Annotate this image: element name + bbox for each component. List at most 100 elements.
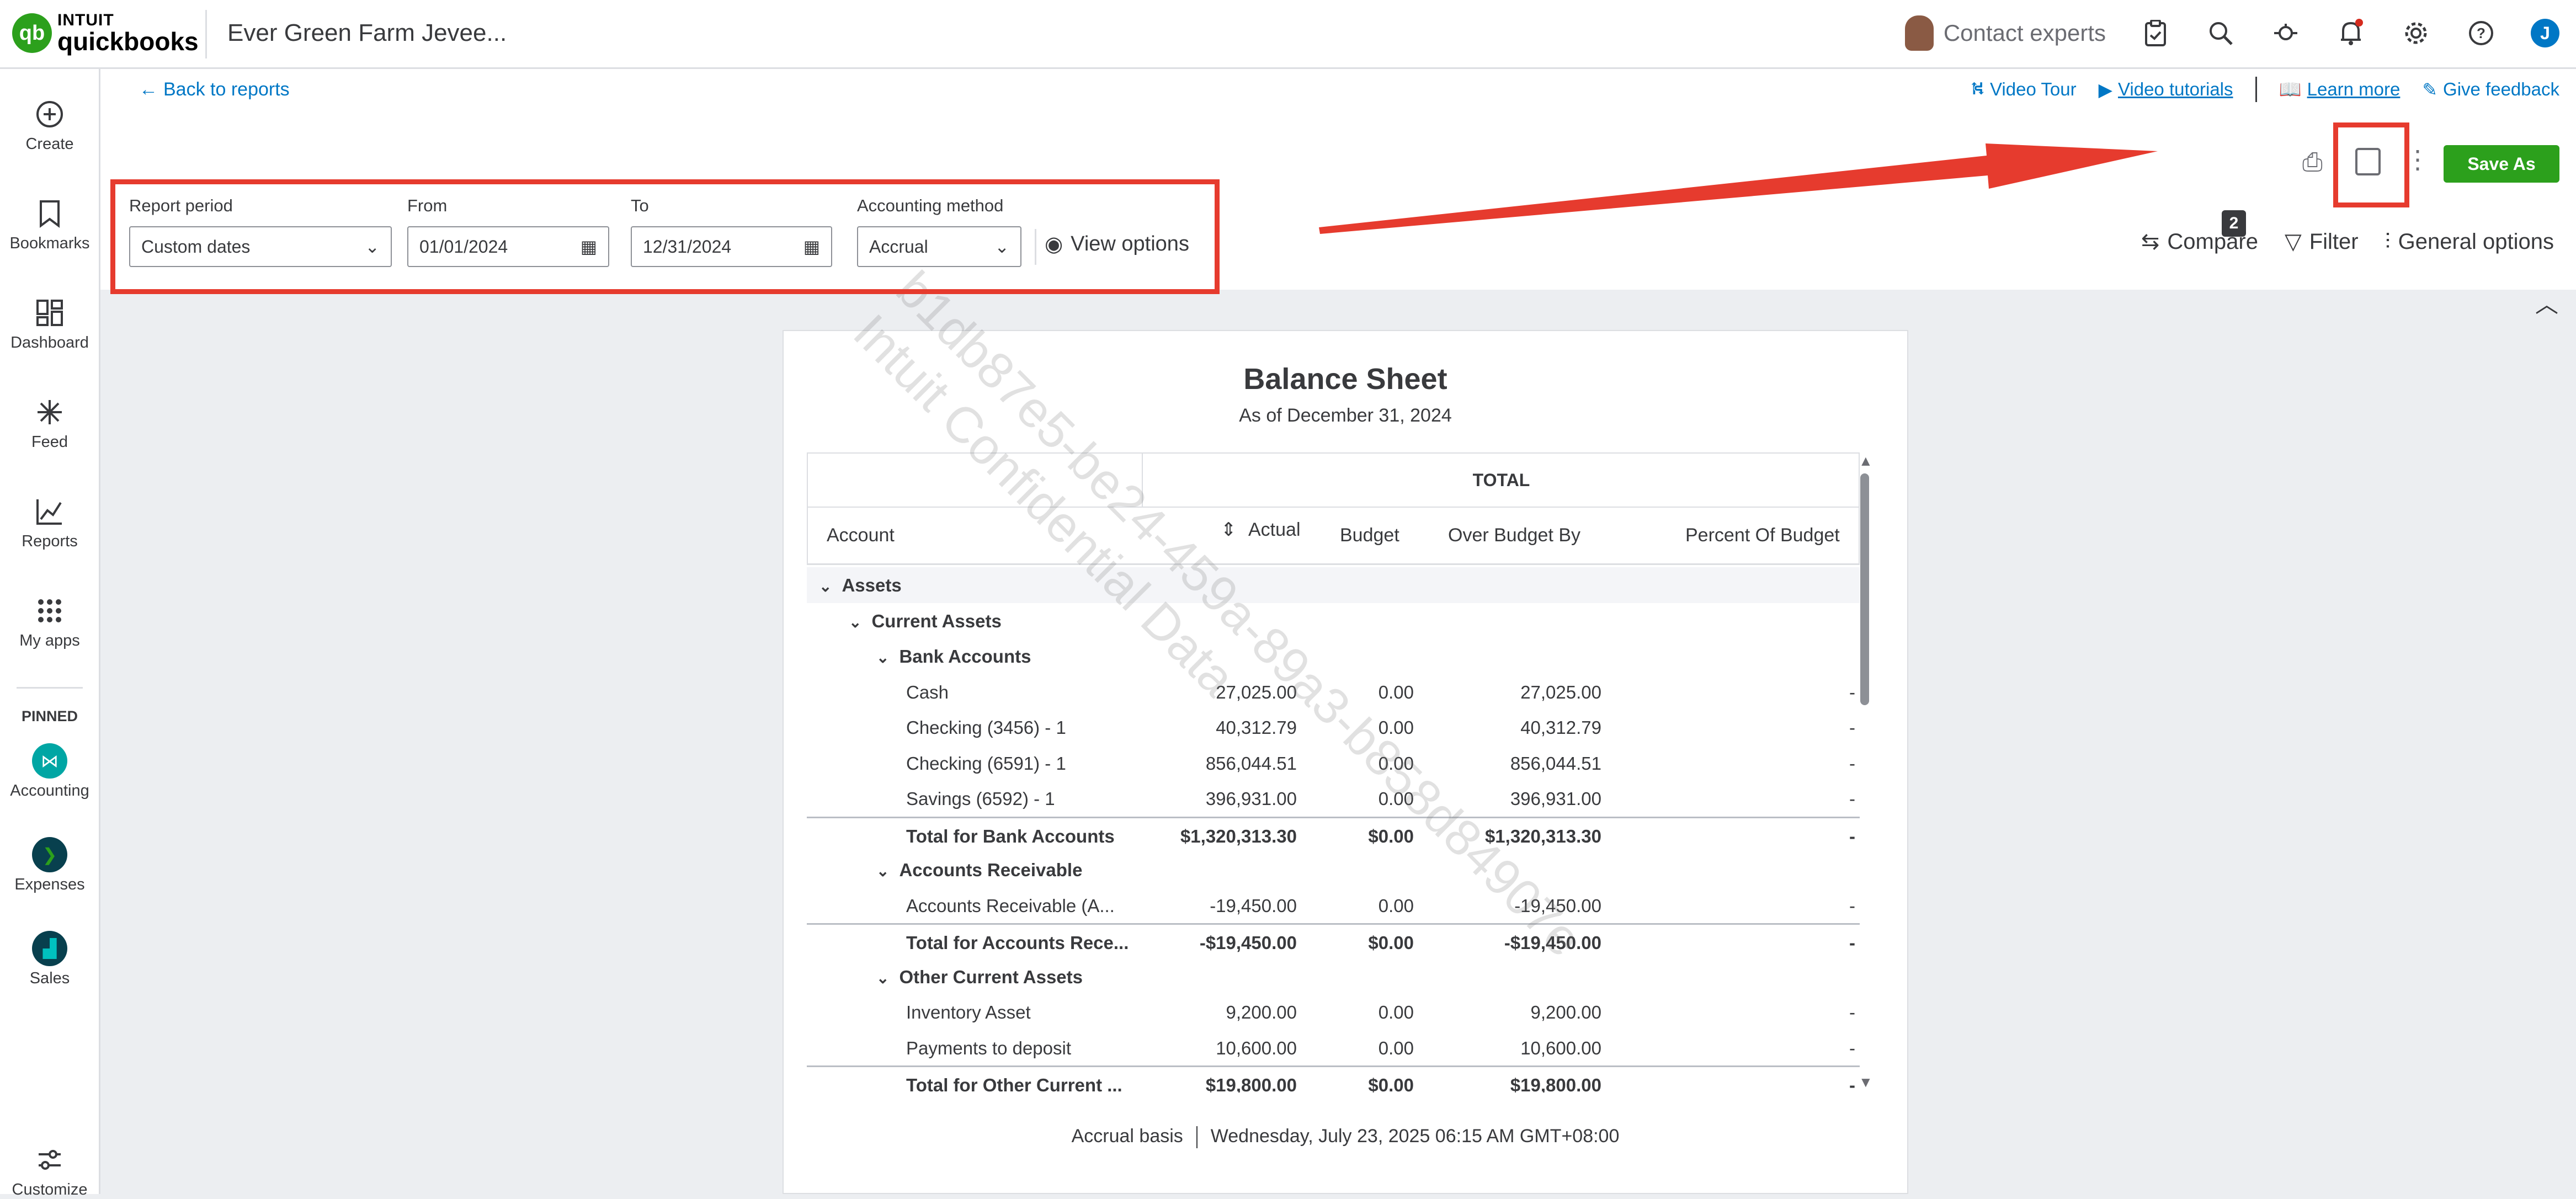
actual-cell[interactable]: 27,025.00	[1216, 674, 1297, 710]
compare-icon: ⇆	[2141, 230, 2160, 254]
table-group-header: TOTAL	[807, 452, 1860, 508]
sidebar-item-reports[interactable]: Reports	[0, 494, 99, 551]
budget-cell: 0.00	[1378, 717, 1414, 738]
over-cell: $1,320,313.30	[1484, 825, 1601, 846]
pct-cell: -	[1849, 1002, 1855, 1022]
actual-cell[interactable]: 396,931.00	[1206, 781, 1297, 817]
table-scrollbar[interactable]: ▲ ▼	[1856, 452, 1873, 1093]
column-header-over-budget[interactable]: Over Budget By	[1448, 508, 1580, 563]
budget-cell: 0.00	[1378, 1002, 1414, 1022]
video-tutorials-link[interactable]: ▶ Video tutorials	[2099, 79, 2233, 100]
over-cell: 10,600.00	[1520, 1037, 1601, 1058]
quickbooks-logo[interactable]: qb INTUIT quickbooks	[12, 12, 199, 54]
sidebar-item-expenses[interactable]: ❯ Expenses	[0, 837, 99, 894]
scroll-thumb[interactable]	[1860, 473, 1869, 705]
sort-icon[interactable]: ⇕	[1221, 508, 1237, 552]
over-cell: $19,800.00	[1510, 1075, 1601, 1093]
account-name: Total for Bank Accounts	[906, 825, 1115, 846]
notifications-bell-icon[interactable]	[2335, 18, 2366, 49]
sliders-icon: ⫶	[2385, 229, 2391, 254]
tasks-icon[interactable]	[2140, 18, 2171, 49]
general-options-label: General options	[2398, 229, 2554, 254]
company-name[interactable]: Ever Green Farm Jevee...	[227, 19, 507, 47]
sidebar-item-accounting[interactable]: ⋈ Accounting	[0, 743, 99, 800]
print-icon[interactable]: ⎙	[2302, 147, 2323, 178]
section-row[interactable]: ⌄ Bank Accounts	[807, 638, 1860, 674]
sidebar-item-create[interactable]: Create	[0, 97, 99, 153]
actual-cell[interactable]: 9,200.00	[1226, 994, 1297, 1030]
sidebar-item-dashboard[interactable]: Dashboard	[0, 295, 99, 352]
budget-cell: 0.00	[1378, 681, 1414, 702]
account-cell: Cash	[906, 674, 949, 710]
report-title: Balance Sheet	[1243, 363, 1447, 396]
account-cell: ⌄ Assets	[819, 567, 902, 604]
user-avatar[interactable]: J	[2531, 19, 2559, 47]
sidebar-item-my-apps[interactable]: My apps	[0, 593, 99, 650]
video-tour-link[interactable]: ⛕ Video Tour	[1971, 78, 2076, 101]
actual-cell[interactable]: 856,044.51	[1206, 745, 1297, 781]
actual-cell[interactable]: 10,600.00	[1216, 1030, 1297, 1066]
book-icon: 📖	[2279, 78, 2302, 99]
bookmark-icon	[0, 196, 99, 231]
give-feedback-link[interactable]: ✎ Give feedback	[2422, 79, 2559, 100]
over-cell: -$19,450.00	[1504, 932, 1601, 953]
actual-cell: $19,800.00	[1205, 1075, 1297, 1093]
scroll-up-icon[interactable]: ▲	[1859, 452, 1873, 470]
table-row: Payments to deposit 10,600.00 0.00 10,600.0…	[807, 1030, 1860, 1066]
budget-cell: 0.00	[1378, 1037, 1414, 1058]
sidebar-item-feed[interactable]: Feed	[0, 395, 99, 451]
account-cell: ⌄ Accounts Receivable	[876, 852, 1082, 889]
sidebar-item-label: Dashboard	[10, 334, 89, 351]
sidebar-item-bookmarks[interactable]: Bookmarks	[0, 196, 99, 253]
actual-cell[interactable]: 40,312.79	[1216, 710, 1297, 745]
section-row[interactable]: ⌄ Accounts Receivable	[807, 852, 1860, 888]
settings-gear-icon[interactable]	[2401, 18, 2431, 49]
column-header-account[interactable]: Account	[827, 508, 895, 563]
column-header-percent-of-budget[interactable]: Percent Of Budget	[1685, 508, 1840, 563]
pct-cell: -	[1849, 1075, 1855, 1093]
collapse-chevron-icon[interactable]: ︿	[2535, 286, 2558, 319]
budget-cell: 0.00	[1378, 895, 1414, 916]
column-header-actual[interactable]: Actual	[1248, 508, 1301, 552]
section-row[interactable]: ⌄ Current Assets	[807, 603, 1860, 639]
scroll-down-icon[interactable]: ▼	[1859, 1074, 1873, 1091]
account-cell: Total for Bank Accounts	[906, 818, 1115, 854]
account-cell: Total for Accounts Rece...	[906, 925, 1129, 961]
chevron-down-icon[interactable]: ⌄	[876, 853, 889, 889]
sidebar-item-customize[interactable]: Customize	[0, 1142, 99, 1199]
report-toolbar-right: ⇆ Compare 2 ▽ Filter ⫶ General options	[2141, 210, 2554, 254]
filter-button[interactable]: ▽ Filter	[2285, 229, 2359, 254]
arrow-left-icon: ←	[139, 79, 158, 100]
help-icon[interactable]: ?	[2466, 18, 2497, 49]
sidebar-item-label: Bookmarks	[9, 235, 90, 252]
chevron-down-icon[interactable]: ⌄	[819, 568, 832, 604]
sidebar-item-sales[interactable]: ▟ Sales	[0, 931, 99, 988]
total-row: Total for Bank Accounts $1,320,313.30 $0.0…	[807, 816, 1860, 854]
chevron-down-icon[interactable]: ⌄	[876, 640, 889, 675]
report-subheader: ← Back to reports ⛕ Video Tour ▶ Video t…	[100, 69, 2576, 121]
account-cell: ⌄ Other Current Assets	[876, 959, 1083, 996]
save-as-button[interactable]: Save As	[2444, 145, 2559, 183]
qb-logo-icon: qb	[12, 13, 52, 53]
account-name: Payments to deposit	[906, 1037, 1071, 1058]
general-options-button[interactable]: ⫶ General options	[2385, 230, 2554, 254]
learn-more-link[interactable]: 📖 Learn more	[2279, 79, 2401, 100]
compare-button[interactable]: ⇆ Compare 2	[2141, 210, 2258, 254]
contact-experts-button[interactable]: Contact experts	[1904, 15, 2106, 51]
search-icon[interactable]	[2205, 18, 2236, 49]
back-to-reports-link[interactable]: ← Back to reports	[139, 79, 290, 100]
actual-cell: $1,320,313.30	[1180, 825, 1297, 846]
pct-cell: -	[1849, 932, 1855, 953]
chevron-down-icon[interactable]: ⌄	[876, 960, 889, 996]
pct-cell: -	[1849, 717, 1855, 738]
account-name: Checking (3456) - 1	[906, 717, 1066, 738]
apps-connect-icon[interactable]	[2270, 18, 2301, 49]
section-row[interactable]: ⌄ Assets	[807, 567, 1860, 603]
account-name: Accounts Receivable	[899, 860, 1083, 880]
video-tour-label: Video Tour	[1990, 79, 2077, 99]
table-row: Checking (6591) - 1 856,044.51 0.00 856,044…	[807, 745, 1860, 781]
chevron-down-icon[interactable]: ⌄	[849, 604, 861, 640]
column-header-budget[interactable]: Budget	[1340, 508, 1399, 563]
section-row[interactable]: ⌄ Other Current Assets	[807, 959, 1860, 995]
actual-cell[interactable]: -19,450.00	[1210, 888, 1297, 924]
